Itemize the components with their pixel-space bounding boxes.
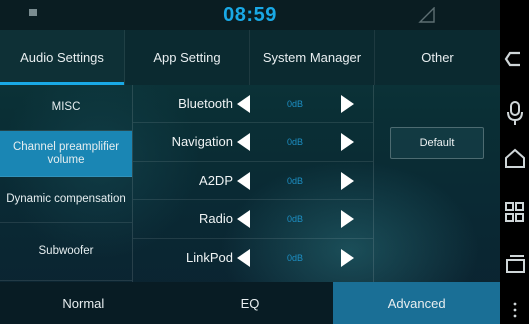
home-icon[interactable]	[504, 145, 526, 171]
status-bar: 08:59	[0, 0, 500, 30]
mode-tab-advanced[interactable]: Advanced	[333, 282, 500, 324]
mode-tab-normal[interactable]: Normal	[0, 282, 167, 324]
microphone-icon[interactable]	[504, 100, 526, 126]
increase-arrow-icon[interactable]	[341, 248, 354, 267]
decrease-arrow-icon[interactable]	[237, 171, 250, 190]
channel-row-bluetooth: Bluetooth 0dB	[133, 85, 373, 124]
mode-bar: Normal EQ Advanced	[0, 282, 500, 324]
channel-row-radio: Radio 0dB	[133, 200, 373, 239]
signal-icon	[418, 7, 435, 23]
channel-value: 0dB	[286, 214, 303, 225]
settings-tabs: Audio Settings App Setting System Manage…	[0, 30, 500, 85]
decrease-arrow-icon[interactable]	[237, 210, 250, 229]
tab-system-manager[interactable]: System Manager	[250, 30, 375, 85]
channel-value: 0dB	[286, 252, 303, 263]
audio-settings-screen: 08:59 Audio Settings App Setting System …	[0, 0, 500, 324]
increase-arrow-icon[interactable]	[341, 171, 354, 190]
sidebar-item-channel-preamplifier-volume[interactable]: Channel preamplifier volume	[0, 131, 132, 177]
decrease-arrow-icon[interactable]	[237, 248, 250, 267]
channel-value: 0dB	[286, 99, 303, 109]
increase-arrow-icon[interactable]	[341, 133, 354, 152]
mode-tab-eq[interactable]: EQ	[167, 282, 334, 324]
navigation-bar	[500, 0, 529, 324]
tab-app-setting[interactable]: App Setting	[125, 30, 250, 85]
channel-label: Navigation	[171, 134, 233, 150]
apps-icon[interactable]	[504, 200, 526, 226]
channel-label: Radio	[199, 211, 233, 227]
audio-sidebar: MISC Channel preamplifier volume Dynamic…	[0, 85, 132, 282]
channel-value: 0dB	[286, 137, 303, 148]
channel-row-navigation: Navigation 0dB	[133, 123, 373, 162]
channel-label: A2DP	[199, 172, 233, 188]
channel-label: LinkPod	[186, 249, 233, 265]
more-dots-icon[interactable]	[504, 296, 526, 322]
tab-audio-settings[interactable]: Audio Settings	[0, 30, 125, 85]
decrease-arrow-icon[interactable]	[237, 95, 250, 113]
recents-icon[interactable]	[504, 250, 526, 276]
channel-row-a2dp: A2DP 0dB	[133, 162, 373, 201]
sidebar-item-misc[interactable]: MISC	[0, 85, 132, 131]
back-icon[interactable]	[504, 46, 526, 72]
increase-arrow-icon[interactable]	[341, 210, 354, 229]
channel-volume-list: Bluetooth 0dB Navigation 0dB A2DP 0dB Ra…	[133, 85, 373, 282]
sidebar-item-dynamic-compensation[interactable]: Dynamic compensation	[0, 177, 132, 223]
channel-row-linkpod: LinkPod 0dB	[133, 239, 373, 277]
rows-divider	[373, 85, 374, 282]
increase-arrow-icon[interactable]	[341, 95, 354, 113]
default-button[interactable]: Default	[390, 127, 484, 159]
channel-value: 0dB	[286, 175, 303, 186]
tab-other[interactable]: Other	[375, 30, 500, 85]
channel-label: Bluetooth	[178, 96, 233, 111]
sidebar-item-subwoofer[interactable]: Subwoofer	[0, 223, 132, 281]
decrease-arrow-icon[interactable]	[237, 133, 250, 152]
